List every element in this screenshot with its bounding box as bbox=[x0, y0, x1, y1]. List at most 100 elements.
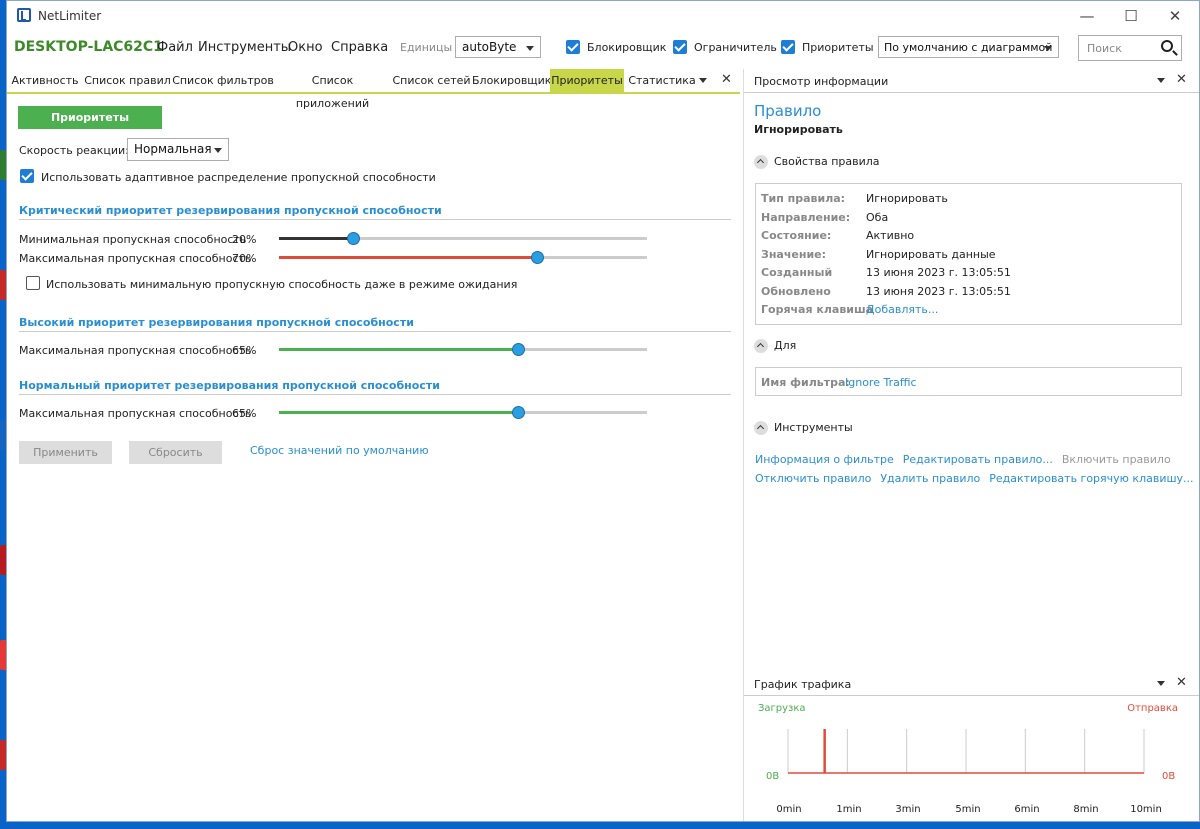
chevron-down-icon[interactable] bbox=[1157, 78, 1165, 83]
tab-6[interactable]: Приоритеты bbox=[550, 69, 624, 92]
limiter-checkbox[interactable] bbox=[673, 40, 687, 54]
close-icon[interactable]: ✕ bbox=[1176, 675, 1187, 690]
for-title: Для bbox=[774, 339, 797, 352]
normal-max-percent: 65% bbox=[232, 407, 257, 420]
units-select[interactable]: autoByte bbox=[455, 36, 541, 58]
prop-key: Направление: bbox=[761, 210, 851, 224]
tab-7[interactable]: Статистика bbox=[624, 69, 700, 92]
tool-link[interactable]: Отключить правило bbox=[755, 472, 871, 485]
for-expander[interactable]: Для bbox=[754, 339, 796, 353]
x-tick-label: 1min bbox=[836, 804, 861, 815]
x-tick-label: 8min bbox=[1073, 804, 1098, 815]
tab-3[interactable]: Список приложений bbox=[274, 69, 391, 110]
rule-name: Игнорировать bbox=[754, 123, 843, 136]
menu-bar: DESKTOP-LAC62C1 Файл Инструменты Окно Сп… bbox=[7, 31, 1199, 65]
search-input[interactable]: Поиск bbox=[1078, 35, 1182, 61]
netlimiter-logo-icon bbox=[17, 8, 31, 22]
close-icon[interactable]: ✕ bbox=[1176, 72, 1187, 87]
menu-window[interactable]: Окно bbox=[288, 40, 323, 55]
x-tick-label: 10min bbox=[1130, 804, 1162, 815]
tab-1[interactable]: Список правил bbox=[83, 69, 172, 92]
high-max-percent: 65% bbox=[232, 344, 257, 357]
normal-max-slider[interactable] bbox=[279, 406, 647, 419]
slider-thumb[interactable] bbox=[512, 343, 526, 356]
info-panel-header: Просмотр информации ✕ bbox=[744, 69, 1199, 93]
x-tick-label: 6min bbox=[1014, 804, 1039, 815]
minimize-button[interactable]: — bbox=[1064, 1, 1110, 31]
tab-2[interactable]: Список фильтров bbox=[172, 69, 274, 92]
tab-4[interactable]: Список сетей bbox=[391, 69, 472, 92]
critical-max-slider[interactable] bbox=[279, 251, 647, 264]
title-bar[interactable]: NetLimiter — ☐ ✕ bbox=[7, 1, 1199, 31]
app-window: NetLimiter — ☐ ✕ DESKTOP-LAC62C1 Файл Ин… bbox=[6, 0, 1200, 822]
prop-key: Обновлено bbox=[761, 284, 831, 298]
search-placeholder: Поиск bbox=[1087, 42, 1122, 55]
traffic-chart-panel: График трафика ✕ Загрузка Отправка 0B 0B 0mi… bbox=[744, 672, 1199, 821]
reaction-speed-select[interactable]: Нормальная bbox=[127, 138, 229, 161]
maximize-button[interactable]: ☐ bbox=[1108, 1, 1154, 31]
traffic-chart-title: График трафика bbox=[754, 678, 852, 691]
slider-thumb[interactable] bbox=[346, 232, 360, 245]
tool-link[interactable]: Редактировать горячую клавишу... bbox=[989, 472, 1193, 485]
blocker-label: Блокировщик bbox=[587, 41, 667, 54]
tool-link[interactable]: Редактировать правило... bbox=[903, 453, 1053, 466]
high-section-title: Высокий приоритет резервирования пропуск… bbox=[19, 316, 731, 332]
chevron-down-icon[interactable] bbox=[699, 78, 707, 83]
tab-0[interactable]: Активность bbox=[7, 69, 83, 92]
critical-min-slider[interactable] bbox=[279, 232, 647, 245]
filter-name-label: Имя фильтра: bbox=[761, 376, 850, 389]
units-value: autoByte bbox=[462, 40, 517, 54]
prop-key: Горячая клавиша bbox=[761, 303, 874, 316]
hotkey-add-link[interactable]: Добавлять... bbox=[866, 303, 938, 316]
close-icon[interactable]: ✕ bbox=[721, 72, 732, 87]
slider-thumb[interactable] bbox=[530, 251, 544, 264]
search-icon[interactable] bbox=[1161, 40, 1173, 52]
menu-help[interactable]: Справка bbox=[331, 40, 388, 55]
rule-props-box: Тип правила: Игнорировать Направление: Оба С… bbox=[755, 183, 1182, 325]
chevron-down-icon[interactable] bbox=[1157, 681, 1165, 686]
critical-max-percent: 70% bbox=[232, 252, 257, 265]
prop-value: Игнорировать данные bbox=[866, 247, 996, 261]
tool-link[interactable]: Включить правило bbox=[1062, 453, 1171, 466]
chevron-down-icon bbox=[526, 46, 534, 51]
slider-fill bbox=[279, 237, 353, 240]
filter-name-link[interactable]: Ignore Traffic bbox=[845, 376, 917, 389]
critical-min-label: Минимальная пропускная способность bbox=[19, 233, 247, 246]
blocker-checkbox[interactable] bbox=[566, 40, 580, 54]
menu-tools[interactable]: Инструменты bbox=[198, 40, 291, 55]
prop-key: Созданный bbox=[761, 266, 833, 279]
y-left-label: 0B bbox=[766, 771, 779, 782]
tab-bar: Активность Список правил Список фильтров Сп… bbox=[7, 69, 740, 110]
x-tick-label: 3min bbox=[895, 804, 920, 815]
menu-file[interactable]: Файл bbox=[157, 40, 193, 55]
high-max-slider[interactable] bbox=[279, 343, 647, 356]
tab-5[interactable]: Блокировщик bbox=[472, 69, 551, 92]
priorities-enabled-button[interactable]: Приоритеты включены bbox=[18, 106, 162, 147]
tools-title: Инструменты bbox=[774, 421, 853, 434]
reset-defaults-link[interactable]: Сброс значений по умолчанию bbox=[250, 444, 429, 457]
priorities-panel: Приоритеты включены Скорость реакции: Но… bbox=[7, 96, 740, 821]
prop-value: Активно bbox=[866, 229, 915, 242]
close-button[interactable]: ✕ bbox=[1152, 1, 1198, 31]
series-label-download: Загрузка bbox=[758, 703, 806, 714]
idle-min-checkbox[interactable] bbox=[26, 276, 40, 290]
tools-expander[interactable]: Инструменты bbox=[754, 421, 853, 435]
reaction-speed-label: Скорость реакции: bbox=[19, 144, 129, 157]
prop-key: Тип правила: bbox=[761, 192, 846, 205]
tool-link[interactable]: Удалить правило bbox=[880, 472, 980, 485]
collapse-icon[interactable] bbox=[754, 339, 768, 353]
apply-button[interactable]: Применить bbox=[19, 441, 112, 464]
chevron-down-icon bbox=[214, 148, 222, 153]
rule-props-expander[interactable]: Свойства правила bbox=[754, 155, 880, 169]
adaptive-checkbox[interactable] bbox=[20, 169, 34, 183]
collapse-icon[interactable] bbox=[754, 155, 768, 169]
collapse-icon[interactable] bbox=[754, 421, 768, 435]
priorities-checkbox[interactable] bbox=[781, 40, 795, 54]
reset-button[interactable]: Сбросить bbox=[129, 441, 222, 464]
rule-props-title: Свойства правила bbox=[774, 155, 880, 168]
slider-thumb[interactable] bbox=[512, 406, 526, 419]
info-panel: Просмотр информации ✕ Правило Игнорирова… bbox=[743, 69, 1199, 821]
filter-box: Имя фильтра: Ignore Traffic bbox=[755, 367, 1182, 396]
tool-link[interactable]: Информация о фильтре bbox=[755, 453, 894, 466]
view-mode-select[interactable]: По умолчанию с диаграммой bbox=[878, 36, 1059, 58]
